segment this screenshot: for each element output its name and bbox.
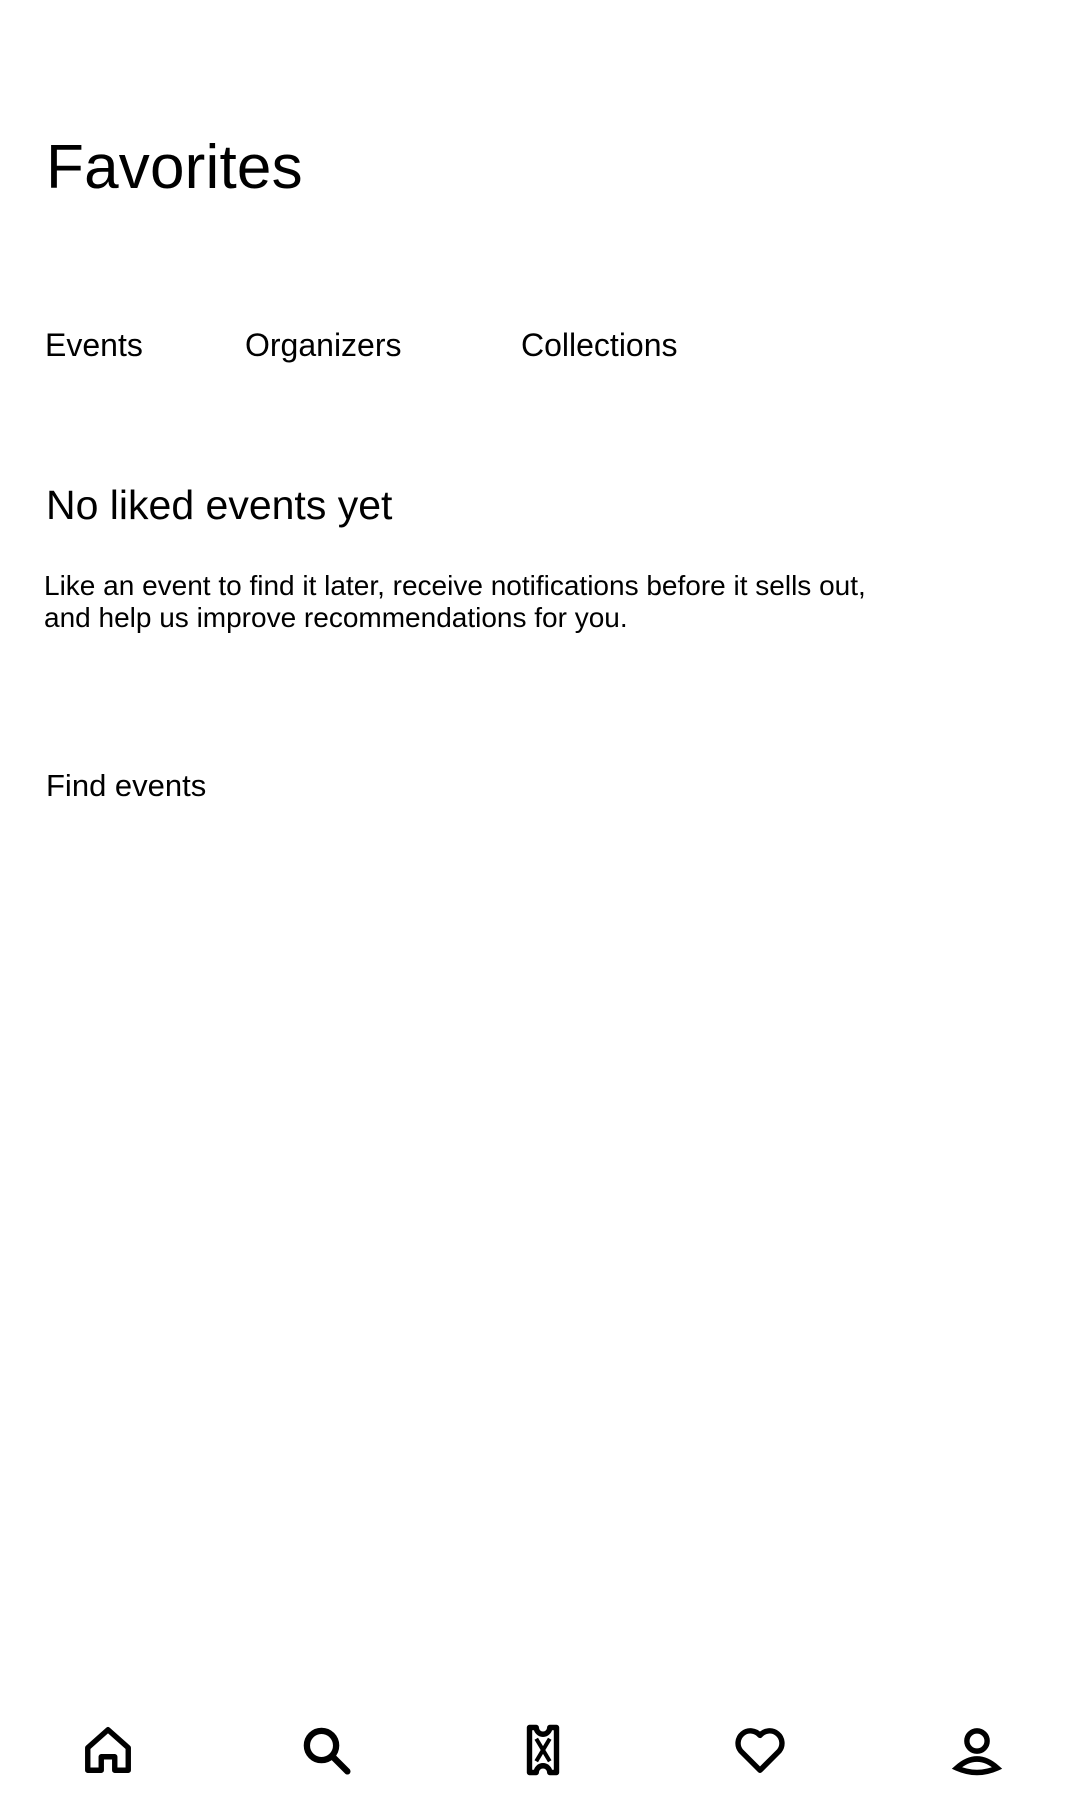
nav-profile[interactable] [927, 1700, 1027, 1800]
nav-search[interactable] [276, 1700, 376, 1800]
tab-organizers[interactable]: Organizers [245, 320, 402, 370]
nav-favorites[interactable] [710, 1700, 810, 1800]
tab-collections[interactable]: Collections [521, 320, 678, 370]
empty-state-description: Like an event to find it later, receive … [44, 570, 866, 633]
tab-events[interactable]: Events [45, 320, 143, 370]
find-events-button[interactable]: Find events [46, 764, 206, 808]
bottom-navigation [0, 1700, 1080, 1800]
heart-icon [735, 1728, 785, 1773]
home-icon [85, 1727, 131, 1773]
nav-home[interactable] [58, 1700, 158, 1800]
favorites-screen: Favorites Events Organizers Collections … [0, 0, 1080, 1800]
profile-icon [951, 1728, 1003, 1776]
empty-state-title: No liked events yet [46, 482, 393, 528]
search-icon [303, 1727, 351, 1775]
favorites-tabs: Events Organizers Collections [0, 320, 1080, 370]
nav-tickets[interactable] [493, 1700, 593, 1800]
page-title: Favorites [46, 133, 303, 202]
ticket-icon [526, 1724, 560, 1776]
